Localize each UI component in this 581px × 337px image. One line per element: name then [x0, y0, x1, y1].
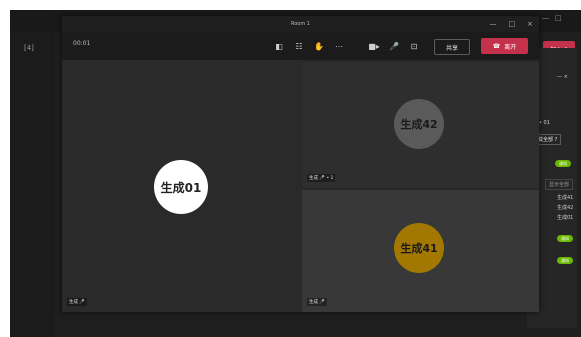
meeting-window-controls: — □ ×: [490, 16, 534, 32]
chat-icon[interactable]: ◧: [271, 38, 287, 54]
leave-button[interactable]: ☎ 离开: [481, 38, 528, 54]
background-left-rail: [10, 32, 55, 337]
side-list-item[interactable]: 生成41: [557, 194, 573, 201]
raise-hand-icon[interactable]: ✋: [311, 38, 327, 54]
video-tile-bottom-right[interactable]: 生成41 生成 🎤: [302, 190, 539, 312]
participants-icon[interactable]: ☷: [291, 38, 307, 54]
more-icon[interactable]: ⋯: [331, 38, 347, 54]
maximize-icon[interactable]: □: [509, 16, 516, 32]
meeting-title-bar: Room 1 — □ ×: [62, 16, 539, 32]
participant-name-tag: 生成 🎤 • 1: [307, 174, 336, 182]
show-all-button[interactable]: 显示全部: [545, 179, 574, 190]
meeting-title: Room 1: [290, 21, 310, 27]
video-tile-top-right[interactable]: 生成42 生成 🎤 • 1: [302, 62, 539, 188]
close-icon[interactable]: ×: [527, 16, 533, 32]
video-tile-main[interactable]: 生成01 生成 🎤: [62, 62, 300, 312]
side-list-item[interactable]: 生成01: [557, 214, 573, 221]
side-panel-controls[interactable]: — ×: [557, 74, 568, 80]
minimize-icon[interactable]: —: [490, 16, 497, 32]
meeting-timer: 00:01: [73, 40, 91, 47]
participant-name-tag: 生成 🎤: [67, 298, 88, 306]
background-left-label: [4]: [24, 44, 34, 52]
notify-toggle[interactable]: 通知: [557, 235, 573, 242]
participant-name-tag: 生成 🎤: [307, 298, 328, 306]
minimize-icon[interactable]: —: [542, 14, 555, 22]
avatar: 生成42: [394, 99, 444, 149]
avatar: 生成01: [154, 160, 208, 214]
side-list-item[interactable]: 生成42: [557, 204, 573, 211]
mic-icon[interactable]: 🎤: [386, 38, 402, 54]
avatar: 生成41: [394, 223, 444, 273]
side-panel-text: • 01: [539, 120, 550, 126]
notify-toggle[interactable]: 通知: [557, 257, 573, 264]
leave-label: 离开: [504, 43, 517, 51]
screen-share-icon[interactable]: ⊡: [406, 38, 422, 54]
meeting-toolbar: 00:01 ◧ ☷ ✋ ⋯ ■▸ 🎤 ⊡ 共享 ☎ 离开: [62, 32, 539, 60]
share-button[interactable]: 共享: [434, 39, 470, 55]
maximize-icon[interactable]: □: [555, 14, 568, 22]
meeting-window: Room 1 — □ × 00:01 ◧ ☷ ✋ ⋯ ■▸ 🎤 ⊡ 共享 ☎ 离…: [62, 16, 539, 312]
camera-icon[interactable]: ■▸: [366, 38, 382, 54]
notify-toggle[interactable]: 通知: [555, 160, 571, 167]
background-window-controls[interactable]: —□: [542, 14, 568, 22]
phone-icon: ☎: [492, 42, 501, 50]
